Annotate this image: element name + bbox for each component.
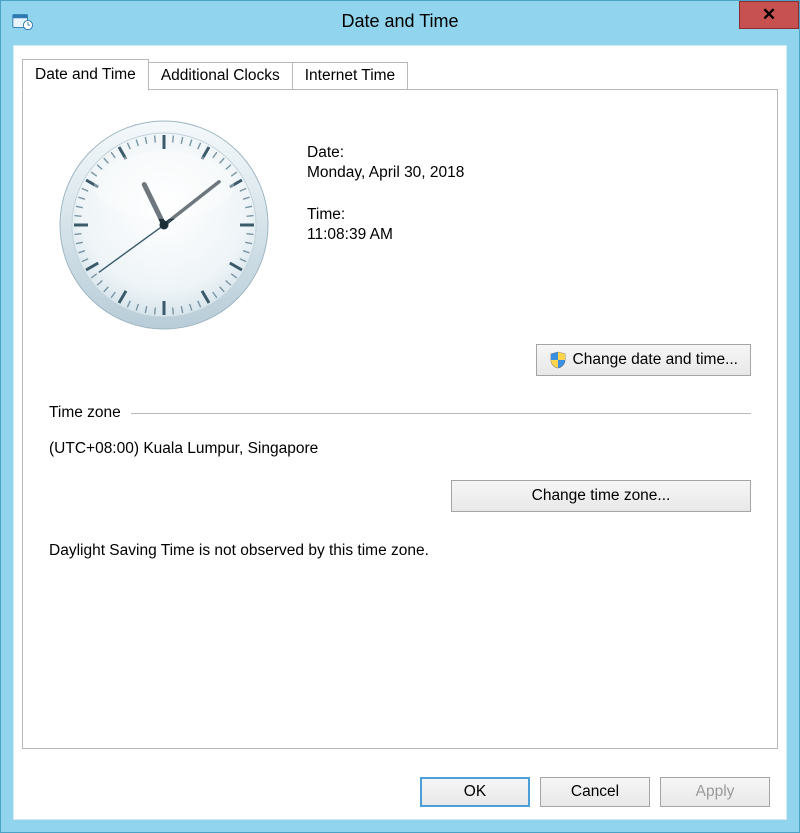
uac-shield-icon [549,351,567,369]
client-area: Date and Time Additional Clocks Internet… [13,45,787,820]
timezone-value: (UTC+08:00) Kuala Lumpur, Singapore [49,440,751,458]
time-value: 11:08:39 AM [307,226,751,244]
time-label: Time: [307,206,751,224]
change-time-zone-button[interactable]: Change time zone... [451,480,751,512]
button-label: Change time zone... [532,487,671,505]
timezone-section-header: Time zone [49,404,751,422]
titlebar: Date and Time ✕ [1,1,799,41]
tab-label: Internet Time [305,67,395,84]
apply-button[interactable]: Apply [660,777,770,807]
button-label: Apply [696,783,735,801]
dst-note: Daylight Saving Time is not observed by … [49,542,751,560]
date-time-summary: Date: Monday, April 30, 2018 Time: 11:08… [49,110,751,340]
tab-additional-clocks[interactable]: Additional Clocks [148,62,293,90]
date-time-app-icon [11,10,33,32]
tab-label: Additional Clocks [161,67,280,84]
button-label: Change date and time... [573,351,738,369]
tab-internet-time[interactable]: Internet Time [292,62,408,90]
close-button[interactable]: ✕ [739,1,799,29]
date-time-text: Date: Monday, April 30, 2018 Time: 11:08… [307,110,751,340]
tab-strip: Date and Time Additional Clocks Internet… [14,46,786,90]
divider [131,413,751,414]
button-label: Cancel [571,783,619,801]
button-label: OK [464,783,486,801]
close-icon: ✕ [762,5,776,25]
date-value: Monday, April 30, 2018 [307,164,751,182]
timezone-section-label: Time zone [49,404,121,422]
date-label: Date: [307,144,751,162]
change-date-time-button[interactable]: Change date and time... [536,344,751,376]
date-time-window: Date and Time ✕ Date and Time Additional… [0,0,800,833]
window-title: Date and Time [1,11,799,32]
analog-clock [49,110,279,340]
tab-date-and-time[interactable]: Date and Time [22,59,149,91]
ok-button[interactable]: OK [420,777,530,807]
dialog-buttons: OK Cancel Apply [420,777,770,807]
tab-label: Date and Time [35,66,136,83]
tabpanel-date-and-time: Date: Monday, April 30, 2018 Time: 11:08… [22,89,778,749]
cancel-button[interactable]: Cancel [540,777,650,807]
clock-icon [54,115,274,335]
